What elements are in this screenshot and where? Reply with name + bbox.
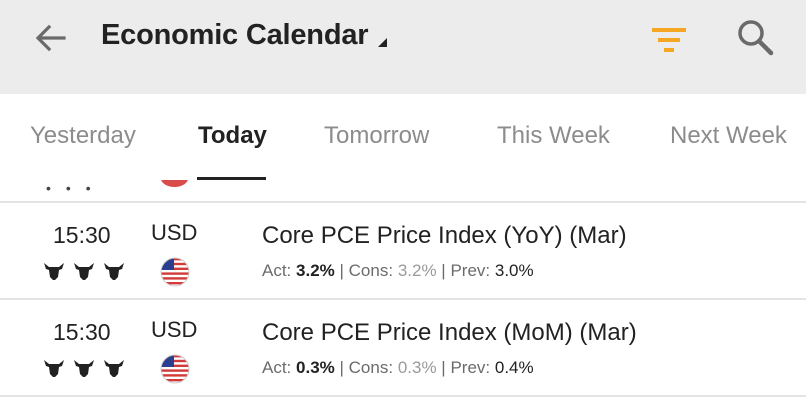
arrow-left-icon [35, 24, 66, 52]
tab-this-week[interactable]: This Week [497, 122, 610, 150]
tab-next-week[interactable]: Next Week [670, 122, 787, 150]
partial-list-item: ••• [0, 180, 806, 202]
event-stats: Act: 3.2% | Cons: 3.2% | Prev: 3.0% [262, 261, 534, 281]
importance-rating [42, 357, 126, 379]
previous-label: Prev: [450, 358, 491, 377]
previous-label: Prev: [450, 261, 491, 280]
bull-icon [104, 263, 124, 280]
importance-rating [42, 260, 126, 282]
previous-value: 0.4% [494, 358, 534, 377]
page-title: Economic Calendar [101, 19, 369, 51]
consensus-value: 0.3% [397, 358, 437, 377]
tab-tomorrow[interactable]: Tomorrow [324, 122, 429, 150]
filter-button[interactable] [648, 22, 690, 56]
consensus-label: Cons: [348, 358, 394, 377]
actual-label: Act: [262, 261, 292, 280]
actual-value: 3.2% [296, 261, 335, 280]
search-icon [738, 20, 774, 56]
stats-separator: | [339, 261, 349, 280]
importance-icon: ••• [46, 180, 106, 196]
consensus-label: Cons: [348, 261, 394, 280]
us-flag-icon [160, 354, 190, 384]
bull-icon [104, 360, 124, 377]
event-time: 15:30 [53, 222, 111, 248]
event-currency: USD [151, 220, 198, 245]
bull-icon [74, 263, 94, 280]
tab-today[interactable]: Today [198, 122, 267, 150]
tab-yesterday[interactable]: Yesterday [30, 122, 136, 150]
us-flag-icon [161, 180, 188, 187]
bull-icon [74, 360, 94, 377]
event-currency: USD [151, 317, 198, 342]
bull-icon [44, 360, 64, 377]
stats-separator: | [339, 358, 349, 377]
us-flag-icon [160, 257, 190, 287]
back-button[interactable] [30, 20, 70, 56]
caret-down-icon [378, 38, 388, 47]
event-stats: Act: 0.3% | Cons: 0.3% | Prev: 0.4% [262, 358, 534, 378]
filter-icon [652, 28, 686, 52]
search-button[interactable] [734, 16, 778, 60]
event-row[interactable]: 15:30 USD Core PCE Price Index (MoM) (Ma… [0, 300, 806, 395]
event-time: 15:30 [53, 319, 111, 345]
date-tabs: Yesterday Today Tomorrow This Week Next … [0, 94, 806, 180]
app-toolbar: Economic Calendar [0, 0, 806, 94]
actual-label: Act: [262, 358, 292, 377]
row-divider [0, 395, 806, 397]
actual-value: 0.3% [296, 358, 335, 377]
event-row[interactable]: 15:30 USD Core PCE Price Index (YoY) (Ma… [0, 203, 806, 298]
calendar-title-dropdown[interactable]: Economic Calendar [101, 19, 388, 52]
event-name: Core PCE Price Index (MoM) (Mar) [262, 319, 637, 346]
previous-value: 3.0% [494, 261, 534, 280]
event-name: Core PCE Price Index (YoY) (Mar) [262, 222, 627, 249]
bull-icon [44, 263, 64, 280]
consensus-value: 3.2% [397, 261, 437, 280]
